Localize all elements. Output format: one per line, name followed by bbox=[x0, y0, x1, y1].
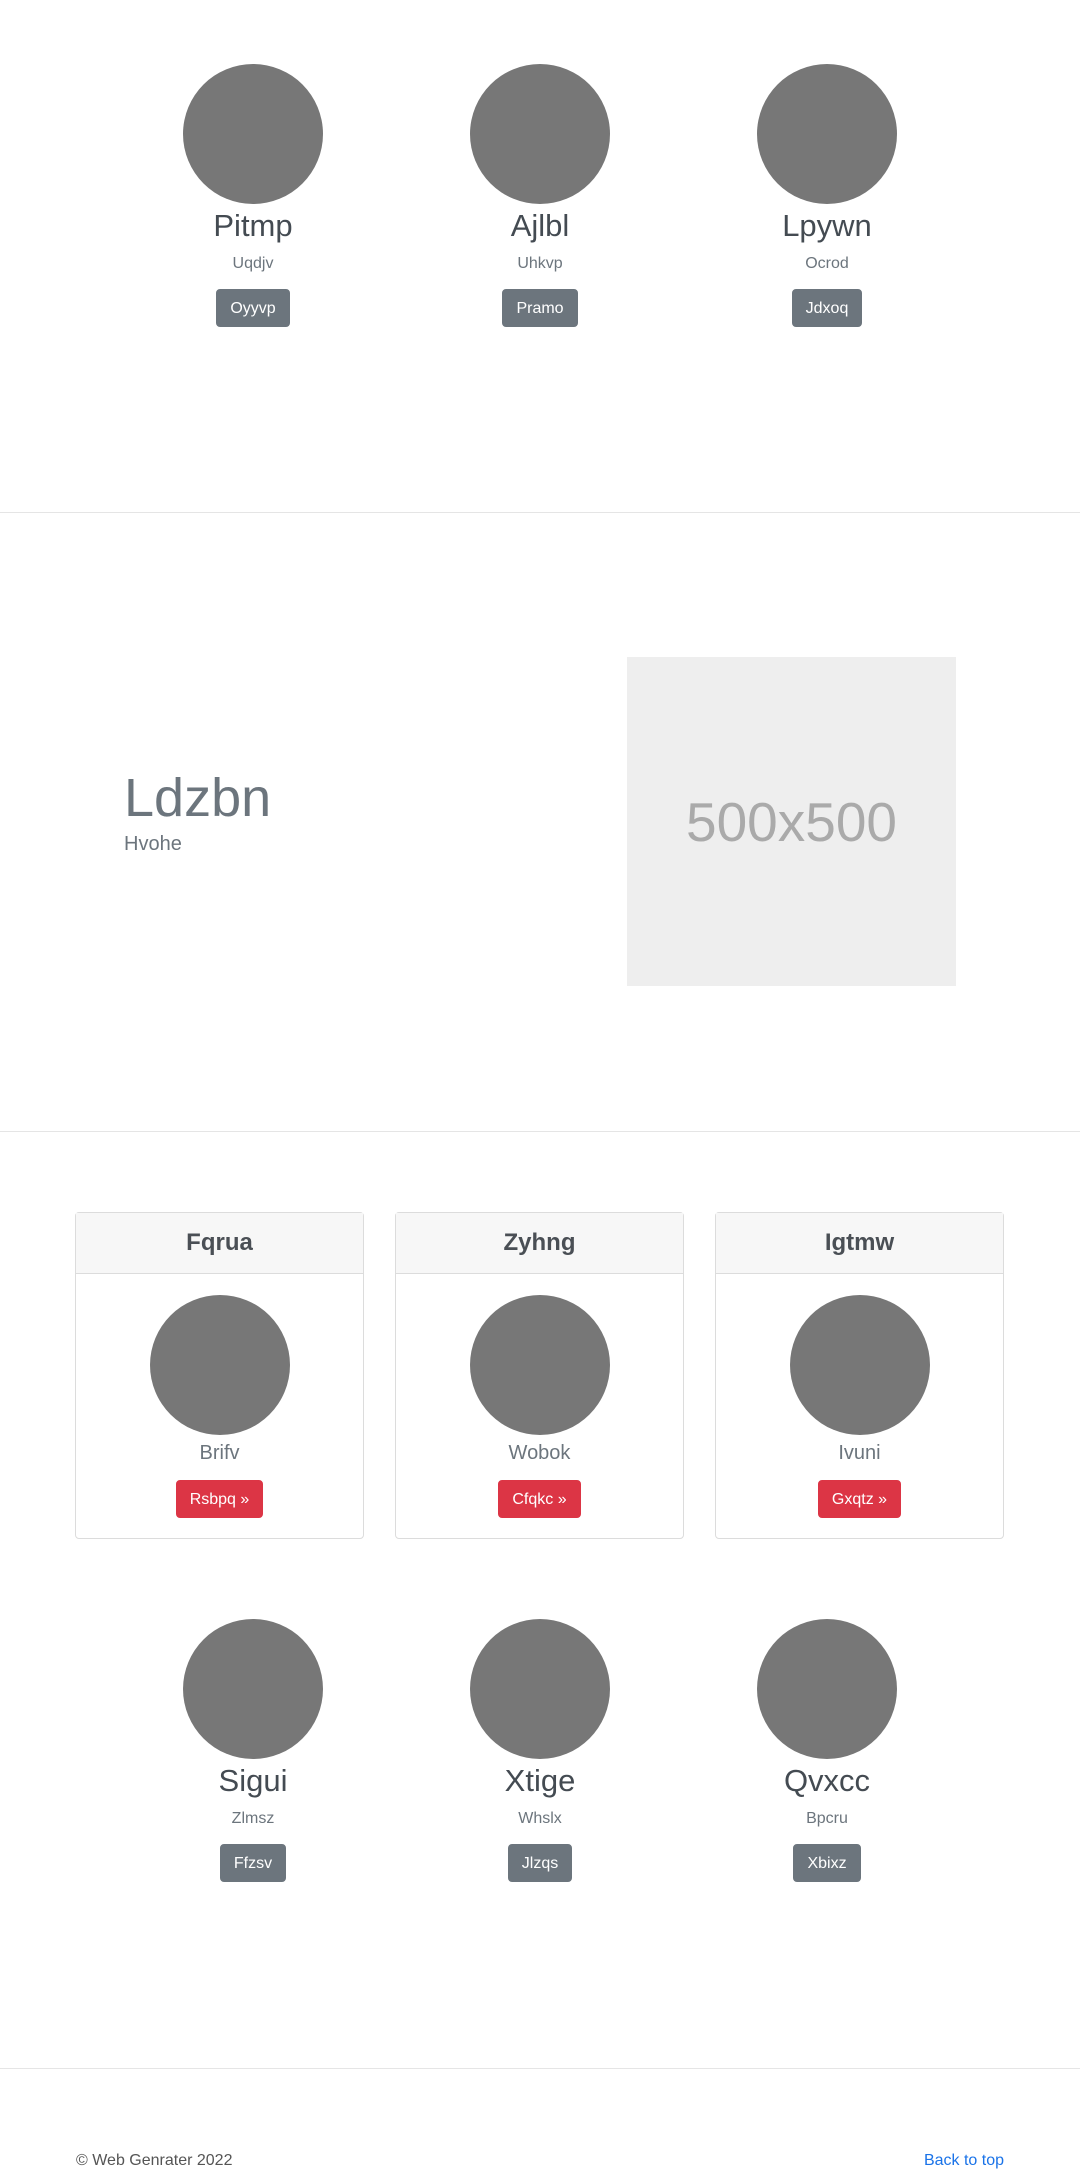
profile-button[interactable]: Oyyvp bbox=[216, 289, 290, 327]
profile-name: Pitmp bbox=[213, 208, 293, 243]
profile-subtitle: Whslx bbox=[518, 1810, 562, 1827]
section-divider bbox=[0, 1131, 1080, 1132]
feature-heading: Ldzbn bbox=[124, 768, 272, 828]
card-button[interactable]: Cfqkc » bbox=[498, 1480, 581, 1518]
profile-button[interactable]: Ffzsv bbox=[219, 1844, 287, 1882]
profile-name: Lpywn bbox=[782, 208, 872, 243]
avatar bbox=[470, 64, 610, 204]
avatar bbox=[757, 1619, 897, 1759]
avatar bbox=[789, 1295, 930, 1435]
footer-copyright: © Web Genrater 2022 bbox=[76, 2152, 233, 2169]
profile-card: Pitmp Uqdjv Oyyvp bbox=[153, 64, 353, 327]
profile-name: Ajlbl bbox=[510, 208, 570, 243]
pricing-card: Igtmw Ivuni Gxqtz » bbox=[715, 1212, 1004, 1539]
feature-subheading: Hvohe bbox=[124, 833, 182, 855]
card-title: Brifv bbox=[199, 1442, 240, 1464]
card-button[interactable]: Rsbpq » bbox=[175, 1480, 264, 1518]
card-button[interactable]: Gxqtz » bbox=[817, 1480, 902, 1518]
profile-name: Qvxcc bbox=[783, 1763, 871, 1798]
profile-subtitle: Bpcru bbox=[806, 1810, 848, 1827]
card-title: Wobok bbox=[508, 1442, 571, 1464]
profile-card: Xtige Whslx Jlzqs bbox=[440, 1619, 640, 1882]
avatar bbox=[757, 64, 897, 204]
profile-button[interactable]: Jlzqs bbox=[507, 1844, 573, 1882]
avatar bbox=[149, 1295, 290, 1435]
profile-card: Ajlbl Uhkvp Pramo bbox=[440, 64, 640, 327]
avatar bbox=[183, 64, 323, 204]
avatar bbox=[469, 1295, 610, 1435]
footer-divider bbox=[0, 2068, 1080, 2069]
profile-card: Lpywn Ocrod Jdxoq bbox=[727, 64, 927, 327]
card-header: Igtmw bbox=[716, 1213, 1003, 1274]
card-header: Fqrua bbox=[76, 1213, 363, 1274]
pricing-card: Fqrua Brifv Rsbpq » bbox=[75, 1212, 364, 1539]
section-divider bbox=[0, 512, 1080, 513]
profile-name: Sigui bbox=[218, 1763, 288, 1798]
profile-card: Sigui Zlmsz Ffzsv bbox=[153, 1619, 353, 1882]
profile-subtitle: Zlmsz bbox=[231, 1810, 275, 1827]
profile-button[interactable]: Jdxoq bbox=[791, 289, 863, 327]
profile-subtitle: Uhkvp bbox=[517, 255, 563, 272]
pricing-card: Zyhng Wobok Cfqkc » bbox=[395, 1212, 684, 1539]
image-placeholder: 500x500 bbox=[627, 657, 956, 986]
profile-card: Qvxcc Bpcru Xbixz bbox=[727, 1619, 927, 1882]
back-to-top-link[interactable]: Back to top bbox=[924, 2150, 1004, 2172]
profile-name: Xtige bbox=[504, 1763, 576, 1798]
profile-button[interactable]: Pramo bbox=[502, 289, 578, 327]
profile-subtitle: Ocrod bbox=[805, 255, 849, 272]
profile-subtitle: Uqdjv bbox=[232, 255, 274, 272]
avatar bbox=[183, 1619, 323, 1759]
profile-button[interactable]: Xbixz bbox=[793, 1844, 861, 1882]
card-header: Zyhng bbox=[396, 1213, 683, 1274]
avatar bbox=[470, 1619, 610, 1759]
card-title: Ivuni bbox=[838, 1442, 881, 1464]
